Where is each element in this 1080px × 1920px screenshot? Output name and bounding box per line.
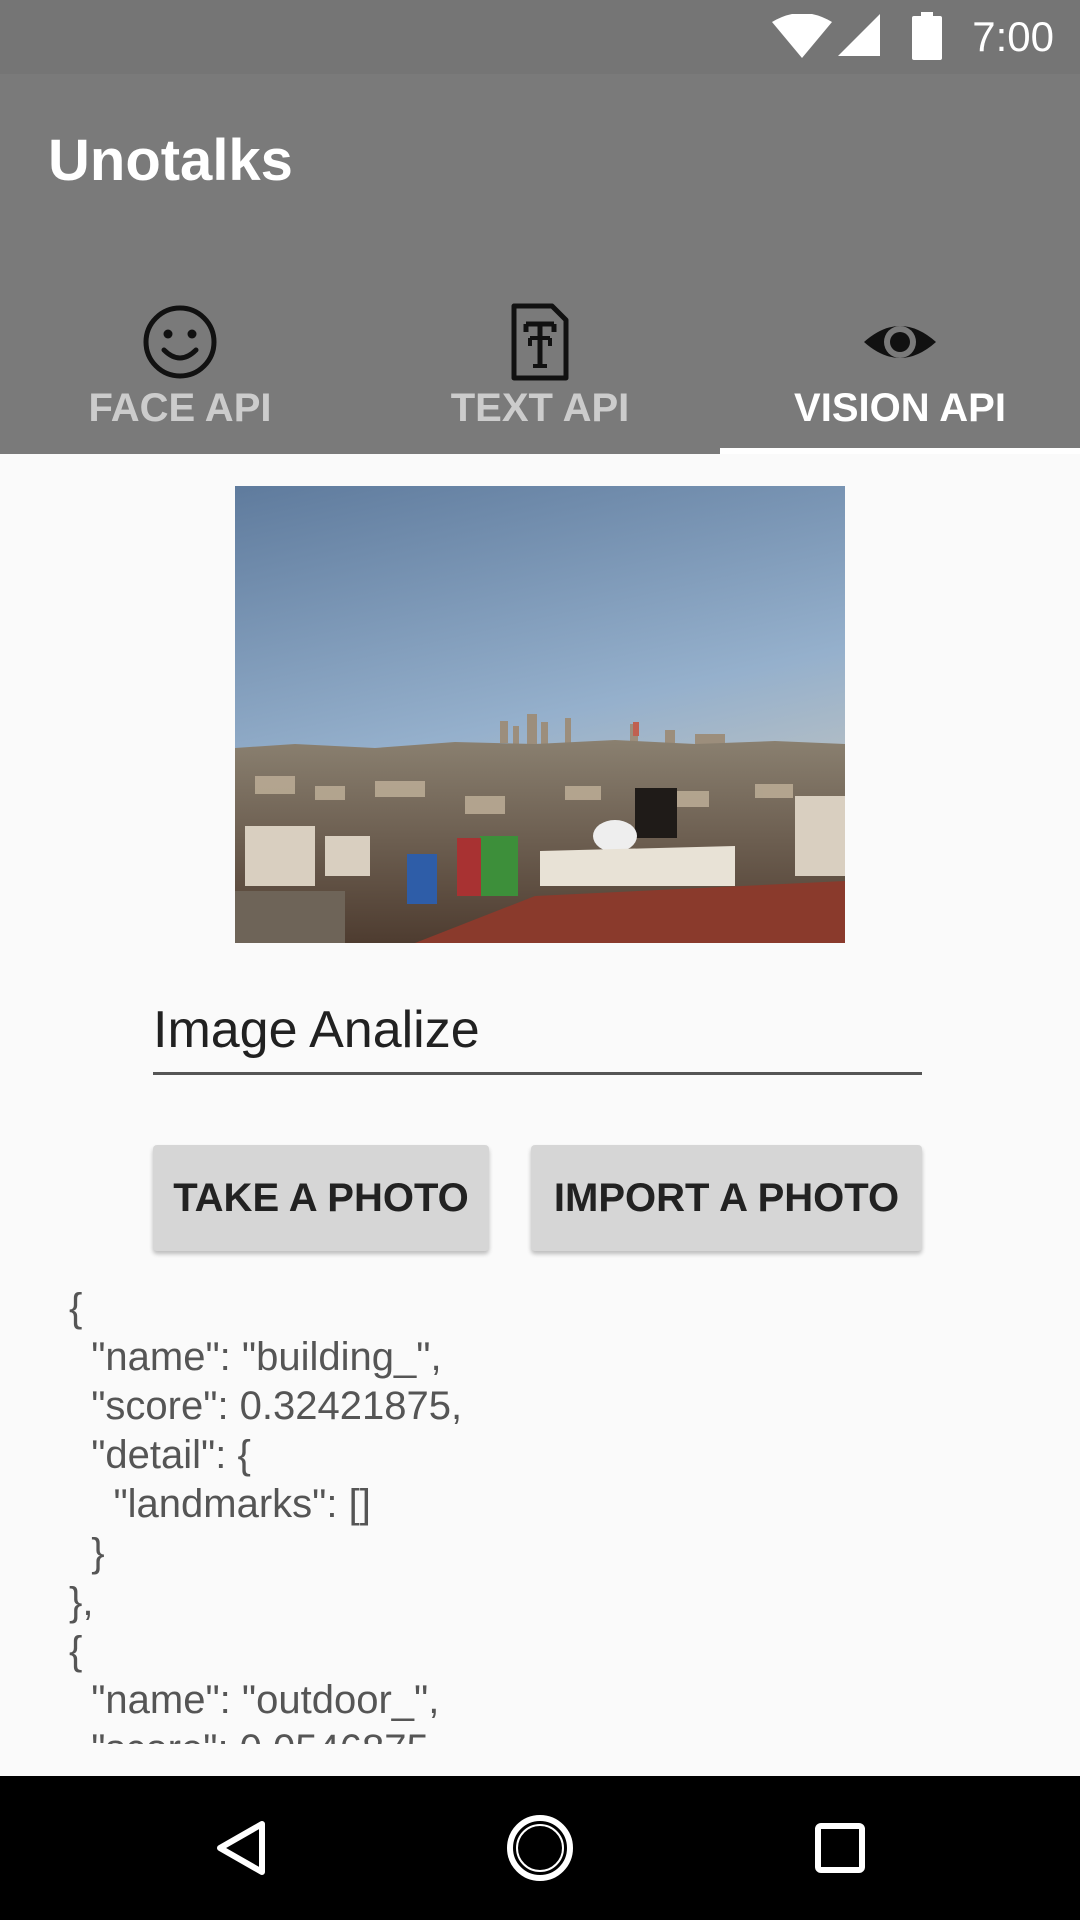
smiley-face-icon — [143, 305, 217, 379]
tab-vision-api[interactable]: VISION API — [720, 260, 1080, 454]
document-text-icon — [511, 303, 569, 381]
back-icon — [217, 1821, 265, 1875]
city-skyline-photo — [235, 486, 845, 943]
home-icon — [507, 1815, 573, 1881]
eye-icon — [864, 326, 936, 358]
image-analyze-input[interactable] — [153, 990, 922, 1070]
app-title: Unotalks — [48, 128, 293, 193]
tab-face-api[interactable]: FACE API — [0, 260, 360, 454]
take-photo-button[interactable]: TAKE A PHOTO — [153, 1145, 489, 1251]
wifi-icon — [772, 14, 832, 58]
tab-text-api-label: TEXT API — [450, 386, 630, 430]
nav-home-button[interactable] — [460, 1776, 620, 1920]
status-bar: 7:00 — [0, 0, 1080, 74]
navigation-bar — [0, 1776, 1080, 1920]
nav-recents-button[interactable] — [760, 1776, 920, 1920]
battery-icon — [912, 12, 942, 60]
tab-bar: FACE API TEXT API VISION API — [0, 260, 1080, 454]
tab-vision-api-label: VISION API — [794, 386, 1006, 430]
nav-back-button[interactable] — [160, 1776, 320, 1920]
app-bar: Unotalks FACE API TEXT API VISION API — [0, 74, 1080, 454]
vision-result-panel: { "name": "building_", "score": 0.324218… — [69, 1284, 1009, 1744]
active-tab-indicator — [720, 448, 1080, 454]
image-analyze-field[interactable] — [153, 990, 922, 1075]
tab-face-api-label: FACE API — [88, 386, 272, 430]
signal-icon — [838, 14, 880, 56]
import-photo-button[interactable]: IMPORT A PHOTO — [531, 1145, 922, 1251]
status-time: 7:00 — [972, 13, 1054, 60]
recents-icon — [815, 1823, 865, 1873]
vision-result-text: { "name": "building_", "score": 0.324218… — [69, 1286, 463, 1744]
tab-text-api[interactable]: TEXT API — [360, 260, 720, 454]
